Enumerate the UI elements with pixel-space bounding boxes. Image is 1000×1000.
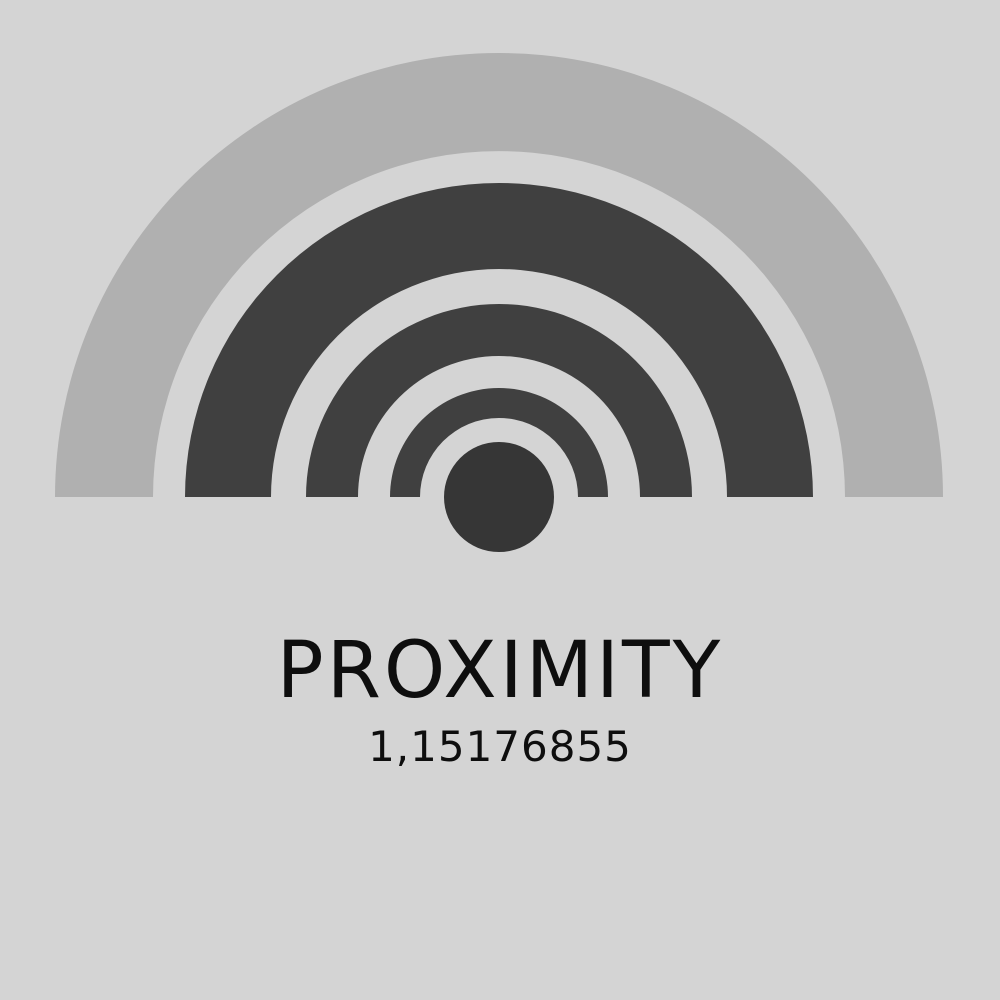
- signal-ring-4: [55, 53, 943, 497]
- sensor-value: 1,15176855: [368, 722, 632, 771]
- center-dot-icon: [444, 442, 554, 552]
- sensor-label: PROXIMITY: [276, 626, 724, 716]
- proximity-signal-icon: [55, 53, 943, 552]
- proximity-screen: PROXIMITY 1,15176855: [0, 0, 1000, 1000]
